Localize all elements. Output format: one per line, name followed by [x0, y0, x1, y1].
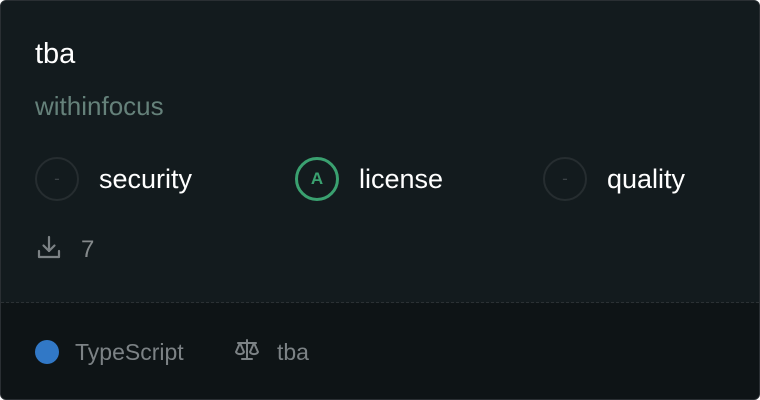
scale-icon — [233, 336, 261, 369]
language-label: TypeScript — [75, 338, 184, 365]
language-meta: TypeScript — [35, 335, 184, 369]
card-body — [1, 1, 759, 302]
download-count: 7 — [81, 236, 95, 263]
license-grade-badge: A — [295, 157, 339, 201]
license-meta: tba — [233, 335, 309, 369]
license-score: A license — [295, 155, 443, 203]
package-title[interactable]: tba — [35, 35, 75, 73]
quality-grade-badge: - — [543, 157, 587, 201]
security-score: - security — [35, 155, 192, 203]
language-color-dot — [35, 340, 59, 364]
downloads-stat: 7 — [35, 233, 94, 267]
license-name: tba — [277, 338, 309, 365]
quality-label: quality — [607, 164, 686, 194]
package-owner-link[interactable]: withinfocus — [35, 89, 164, 123]
security-grade-badge: - — [35, 157, 79, 201]
license-label: license — [359, 164, 444, 194]
download-icon — [35, 234, 63, 267]
security-label: security — [99, 164, 193, 194]
quality-score: - quality — [543, 155, 685, 203]
package-card[interactable]: tba withinfocus - security A license - q… — [0, 0, 760, 400]
